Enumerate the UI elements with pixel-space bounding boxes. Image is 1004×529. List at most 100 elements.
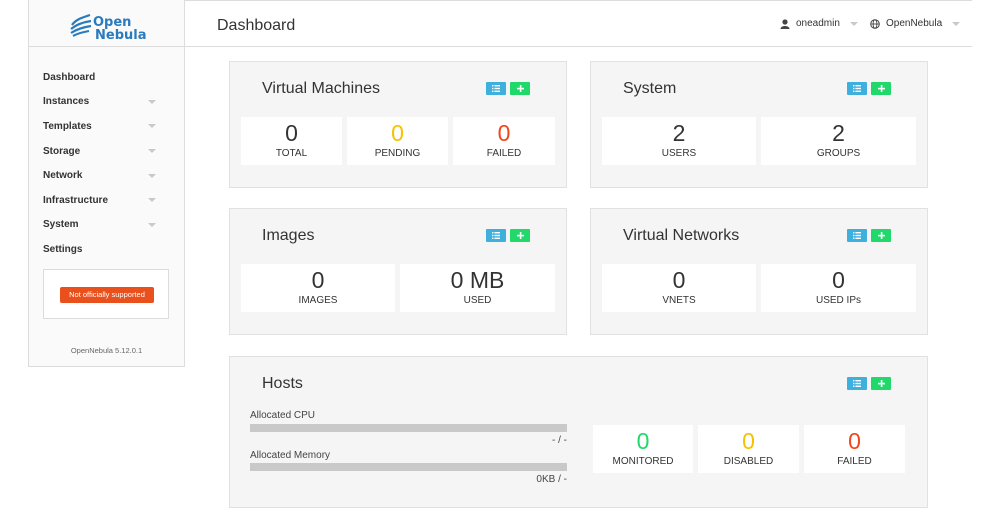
plus-icon [877, 380, 885, 387]
vnets-usedips-stat[interactable]: 0 USED IPs [761, 264, 916, 312]
vnets-list-button[interactable] [847, 229, 867, 242]
stat-value: 0 [497, 120, 511, 146]
sidebar-nav: Dashboard Instances Templates Storage Ne… [29, 65, 184, 262]
stat-value: 0 [311, 267, 325, 293]
stat-value: 0 [848, 428, 861, 454]
stat-value: 0 [285, 120, 298, 146]
system-list-button[interactable] [847, 82, 867, 95]
system-groups-stat[interactable]: 2 GROUPS [761, 117, 916, 165]
system-users-stat[interactable]: 2 USERS [602, 117, 756, 165]
allocated-cpu-label: Allocated CPU [250, 410, 316, 421]
sidebar-item-label: Storage [43, 145, 81, 157]
sidebar-item-settings[interactable]: Settings [29, 237, 184, 262]
sidebar-item-instances[interactable]: Instances [29, 90, 184, 115]
images-panel: Images 0 IMAGES 0 MB USED [229, 208, 567, 335]
stat-value: 2 [832, 120, 845, 146]
stat-label: FAILED [486, 148, 522, 159]
hosts-list-button[interactable] [847, 377, 867, 390]
chevron-down-icon [849, 21, 858, 26]
stat-label: GROUPS [816, 148, 861, 159]
images-list-button[interactable] [486, 229, 506, 242]
images-panel-actions [486, 229, 530, 242]
images-add-button[interactable] [510, 229, 530, 242]
system-panel: System 2 USERS 2 GROUPS [590, 61, 928, 188]
hosts-disabled-stat[interactable]: 0 DISABLED [698, 425, 799, 473]
images-used-stat[interactable]: 0 MB USED [400, 264, 555, 312]
hosts-panel: Hosts Allocated CPU - / - Allocated Memo… [229, 356, 928, 508]
vnets-panel-actions [847, 229, 891, 242]
sidebar-item-label: System [43, 219, 79, 231]
globe-icon [870, 18, 880, 29]
plus-icon [877, 232, 885, 239]
support-status-button[interactable]: Not officially supported [60, 287, 154, 303]
chevron-down-icon [148, 99, 156, 104]
vnets-count-stat[interactable]: 0 VNETS [602, 264, 756, 312]
sidebar-item-infrastructure[interactable]: Infrastructure [29, 188, 184, 213]
sidebar-item-label: Dashboard [43, 71, 96, 83]
plus-icon [516, 85, 524, 92]
vms-list-button[interactable] [486, 82, 506, 95]
system-add-button[interactable] [871, 82, 891, 95]
stat-label: USED [463, 295, 492, 306]
hosts-monitored-stat[interactable]: 0 MONITORED [593, 425, 693, 473]
allocated-memory-value: 0KB / - [536, 474, 567, 485]
nebula-logo-icon [70, 13, 92, 37]
hosts-failed-stat[interactable]: 0 FAILED [804, 425, 905, 473]
stat-label: VNETS [662, 295, 696, 306]
stat-value: 0 [742, 428, 755, 454]
hosts-add-button[interactable] [871, 377, 891, 390]
sidebar-item-system[interactable]: System [29, 213, 184, 238]
stat-label: PENDING [374, 148, 421, 159]
allocated-memory-bar [250, 463, 567, 471]
sidebar: Open Nebula Dashboard Instances Template… [28, 0, 185, 367]
sidebar-item-dashboard[interactable]: Dashboard [29, 65, 184, 90]
allocated-cpu-bar [250, 424, 567, 432]
stat-value: 0 MB [450, 267, 505, 293]
vms-failed-stat[interactable]: 0 FAILED [453, 117, 555, 165]
list-icon [853, 232, 861, 239]
chevron-down-icon [148, 124, 156, 129]
top-header: Dashboard oneadmin OpenNebula [185, 0, 972, 47]
stat-value: 0 [636, 428, 650, 454]
stat-label: TOTAL [275, 148, 308, 159]
sidebar-item-network[interactable]: Network [29, 163, 184, 188]
images-panel-title: Images [262, 227, 315, 244]
system-panel-actions [847, 82, 891, 95]
stat-label: FAILED [837, 456, 872, 467]
user-menu[interactable]: oneadmin [780, 18, 858, 29]
vnets-panel-title: Virtual Networks [623, 227, 740, 244]
chevron-down-icon [952, 21, 961, 26]
chevron-down-icon [148, 149, 156, 154]
sidebar-item-label: Settings [43, 243, 83, 255]
page-title: Dashboard [217, 17, 296, 34]
hosts-panel-actions [847, 377, 891, 390]
zone-name: OpenNebula [886, 18, 943, 29]
vms-add-button[interactable] [510, 82, 530, 95]
stat-value: 2 [672, 120, 686, 146]
list-icon [853, 85, 861, 92]
vms-panel: Virtual Machines 0 TOTAL 0 PENDING 0 FAI… [229, 61, 567, 188]
images-count-stat[interactable]: 0 IMAGES [241, 264, 395, 312]
vnets-add-button[interactable] [871, 229, 891, 242]
zone-menu[interactable]: OpenNebula [870, 18, 961, 29]
vms-pending-stat[interactable]: 0 PENDING [347, 117, 448, 165]
vms-panel-title: Virtual Machines [262, 80, 380, 97]
chevron-down-icon [148, 198, 156, 203]
support-box: Not officially supported [43, 269, 169, 319]
vms-total-stat[interactable]: 0 TOTAL [241, 117, 342, 165]
opennebula-logo[interactable]: Open Nebula [29, 0, 184, 47]
list-icon [492, 85, 500, 92]
sidebar-item-label: Network [43, 170, 83, 182]
sidebar-item-label: Instances [43, 96, 90, 108]
plus-icon [877, 85, 885, 92]
hosts-panel-title: Hosts [262, 375, 303, 392]
sidebar-item-templates[interactable]: Templates [29, 114, 184, 139]
stat-value: 0 [832, 267, 845, 293]
stat-label: DISABLED [723, 456, 774, 467]
vnets-panel: Virtual Networks 0 VNETS 0 USED IPs [590, 208, 928, 335]
sidebar-item-storage[interactable]: Storage [29, 139, 184, 164]
list-icon [853, 380, 861, 387]
stat-label: USERS [661, 148, 697, 159]
stat-label: MONITORED [612, 456, 674, 467]
plus-icon [516, 232, 524, 239]
